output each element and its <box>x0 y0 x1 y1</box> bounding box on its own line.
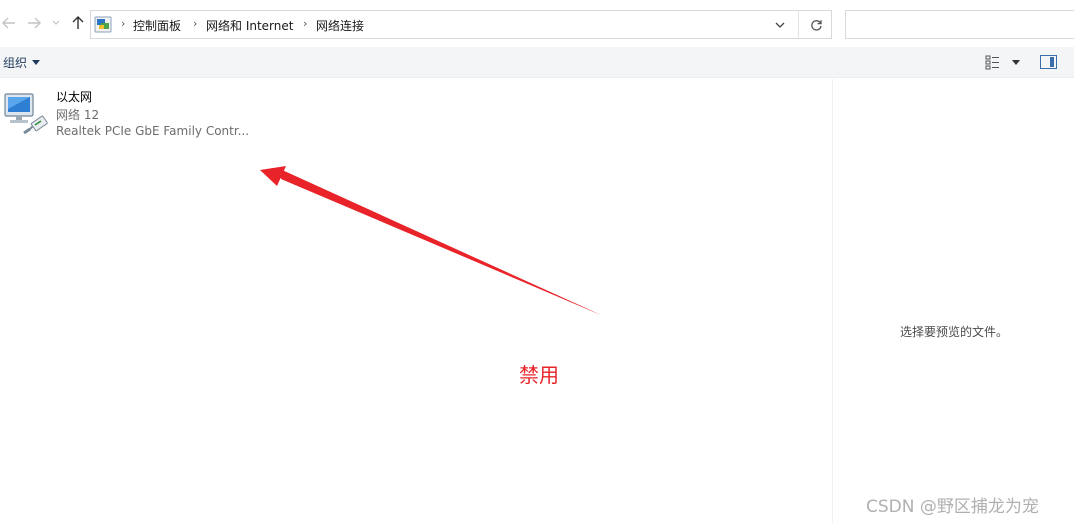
connection-network: 网络 12 <box>56 108 100 122</box>
preview-message: 选择要预览的文件。 <box>899 325 1008 339</box>
connection-device: Realtek PCIe GbE Family Contr... <box>56 124 250 138</box>
breadcrumb-network-connections[interactable]: 网络连接 <box>316 17 364 34</box>
up-button[interactable] <box>69 14 87 32</box>
breadcrumb-separator: › <box>121 17 126 30</box>
recent-locations-button[interactable] <box>50 14 62 32</box>
arrow-up-icon <box>72 16 84 29</box>
network-folder-icon <box>94 16 112 33</box>
breadcrumb-control-panel[interactable]: 控制面板 <box>133 17 181 34</box>
chevron-down-icon <box>775 22 785 28</box>
breadcrumb-network-internet[interactable]: 网络和 Internet <box>206 17 293 34</box>
connection-name: 以太网 <box>56 90 93 104</box>
search-input[interactable] <box>845 10 1074 39</box>
breadcrumb-separator: › <box>193 17 198 30</box>
change-view-icon <box>985 55 999 69</box>
refresh-icon <box>810 19 822 31</box>
preview-pane: 选择要预览的文件。 <box>832 79 1074 523</box>
watermark: CSDN @野区捕龙为宠 <box>866 497 1039 517</box>
address-bar-row: › 控制面板 › 网络和 Internet › 网络连接 <box>0 0 1074 47</box>
address-divider <box>798 11 799 38</box>
organize-menu-button[interactable]: 组织 <box>3 54 41 71</box>
address-box[interactable]: › 控制面板 › 网络和 Internet › 网络连接 <box>90 10 832 39</box>
back-button[interactable] <box>0 14 18 32</box>
change-view-button[interactable] <box>985 54 1021 70</box>
command-bar: 组织 <box>0 47 1074 78</box>
address-dropdown-button[interactable] <box>772 17 788 33</box>
refresh-button[interactable] <box>807 16 825 34</box>
breadcrumb-separator: › <box>303 17 308 30</box>
arrow-left-icon <box>2 17 15 29</box>
ethernet-adapter-icon <box>4 93 48 135</box>
arrow-right-icon <box>28 17 41 29</box>
connection-item-ethernet[interactable]: 以太网 网络 12 Realtek PCIe GbE Family Contr.… <box>2 87 252 143</box>
preview-pane-button[interactable] <box>1040 55 1057 69</box>
caret-down-icon <box>32 60 41 65</box>
chevron-down-icon <box>52 20 60 25</box>
organize-label: 组织 <box>3 56 28 70</box>
annotation-label: 禁用 <box>519 363 559 387</box>
file-list-pane[interactable]: 以太网 网络 12 Realtek PCIe GbE Family Contr.… <box>0 79 832 523</box>
forward-button[interactable] <box>25 14 43 32</box>
caret-down-icon <box>1012 59 1020 65</box>
